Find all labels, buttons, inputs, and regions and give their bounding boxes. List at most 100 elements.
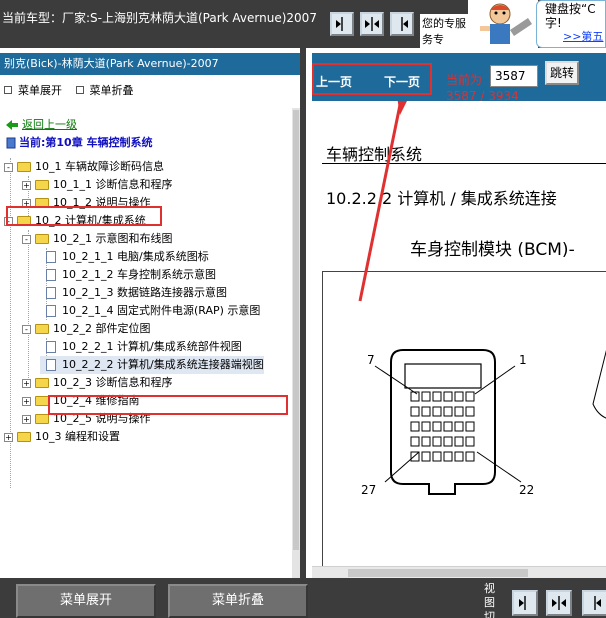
collapse-all-icon (75, 86, 84, 94)
connector-pin-cavity (432, 421, 442, 432)
tree-folder-item[interactable]: +10_3 编程和设置 (4, 428, 120, 446)
view-right-icon[interactable] (390, 12, 414, 36)
expand-all-icon (4, 86, 12, 94)
folder-icon (35, 234, 49, 244)
back-arrow-icon (6, 120, 18, 130)
bottom-view-left-icon[interactable] (512, 590, 538, 616)
document-page-icon (46, 251, 56, 263)
collapse-all-label: 菜单折叠 (89, 84, 134, 97)
tree-item-label: 10_2_3 诊断信息和程序 (53, 376, 173, 389)
document-page-icon (46, 269, 56, 281)
document-horizontal-scrollbar[interactable] (312, 566, 606, 578)
tree-folder-item[interactable]: +10_2_3 诊断信息和程序 (22, 374, 173, 392)
collapse-all-link[interactable]: 菜单折叠 (75, 82, 134, 98)
expand-node-icon[interactable]: + (22, 378, 31, 388)
tree-scroll-area[interactable]: 返回上一级 当前:第10章 车辆控制系统 - 10_1 车辆故障诊断码信息 +10_… (0, 108, 292, 578)
hint-more-link[interactable]: >>第五 (563, 30, 605, 44)
connector-pin-cavity (454, 391, 464, 402)
tree-vertical-scrollbar[interactable] (292, 108, 300, 578)
next-page-button[interactable]: 下一页 (384, 73, 420, 90)
connector-pin-cavity (421, 406, 431, 417)
collapse-node-icon[interactable]: - (22, 324, 31, 334)
document-view[interactable]: 车辆控制系统 10.2.2.2 计算机 / 集成系统连接 车身控制模块 (BCM… (312, 101, 606, 566)
connector-pin-cavity (432, 406, 442, 417)
folder-icon (35, 324, 49, 334)
expand-node-icon[interactable]: + (22, 180, 31, 190)
tree-scroll-thumb[interactable] (293, 110, 299, 550)
connector-pin-cavity (454, 436, 464, 447)
expand-all-link[interactable]: 菜单展开 (4, 82, 62, 98)
connector-pin-cavity (410, 436, 420, 447)
expand-node-icon[interactable]: + (4, 432, 13, 442)
connector-pin-cavity (410, 421, 420, 432)
connector-pin-cavity (465, 436, 475, 447)
document-figure-title: 车身控制模块 (BCM)- (410, 240, 575, 260)
tree-folder-item[interactable]: - 10_2_1 示意图和布线图 (22, 230, 173, 248)
connector-pin-cavity (443, 451, 453, 462)
current-chapter: 当前:第10章 车辆控制系统 (6, 134, 153, 150)
tree-folder-item[interactable]: - 10_2_2 部件定位图 (22, 320, 151, 338)
hint-bubble: 键盘按“C 字! >>第五 (536, 0, 606, 48)
document-page-icon (46, 341, 56, 353)
bottom-view-right-icon[interactable] (582, 590, 606, 616)
connector-pin-cavity (454, 451, 464, 462)
tree-page-item[interactable]: 10_2_1_3 数据链路连接器示意图 (40, 284, 227, 302)
collapse-node-icon[interactable]: - (4, 162, 13, 172)
tree-page-item[interactable]: 10_2_1_4 固定式附件电源(RAP) 示意图 (40, 302, 260, 320)
connector-pin-cavity (465, 406, 475, 417)
view-split-icon[interactable] (360, 12, 384, 36)
tree-item-label: 10_2_1_3 数据链路连接器示意图 (62, 286, 227, 299)
connector-pin-cavity (421, 391, 431, 402)
connector-pin-cavity (443, 436, 453, 447)
document-section-title: 10.2.2.2 计算机 / 集成系统连接 (326, 189, 557, 208)
tree-item-label: 10_1 车辆故障诊断码信息 (35, 160, 164, 173)
expand-node-icon[interactable]: + (22, 414, 31, 424)
previous-page-button[interactable]: 上一页 (316, 73, 352, 90)
tree-folder-item[interactable]: +10_1_1 诊断信息和程序 (22, 176, 173, 194)
expand-node-icon[interactable]: + (22, 396, 31, 406)
mascot-icon (468, 0, 538, 48)
connector-pin-cavity (421, 436, 431, 447)
expand-all-label: 菜单展开 (18, 84, 62, 97)
tree-page-item[interactable]: 10_2_1_2 车身控制系统示意图 (40, 266, 216, 284)
content-panel: 上一页 下一页 当前为 跳转 3587 / 3934 车辆控制系统 10.2.2… (312, 48, 606, 578)
service-bubble-text: 您的专服务专 (420, 14, 468, 48)
jump-button[interactable]: 跳转 (545, 61, 579, 85)
tree-page-item[interactable]: 10_2_2_1 计算机/集成系统部件视图 (40, 338, 242, 356)
connector-pin-cavity (421, 421, 431, 432)
pin-label-27: 27 (361, 483, 376, 497)
folder-icon (17, 432, 31, 442)
folder-icon (35, 414, 49, 424)
collapse-node-icon[interactable]: - (22, 234, 31, 244)
back-link[interactable]: 返回上一级 (6, 116, 77, 132)
bottom-view-split-icon[interactable] (546, 590, 572, 616)
bottom-expand-all-button[interactable]: 菜单展开 (16, 584, 156, 618)
view-left-icon[interactable] (330, 12, 354, 36)
page-number-input[interactable] (490, 65, 538, 87)
title-rule (322, 163, 606, 164)
pin-label-1: 1 (519, 353, 527, 367)
current-car-type: 当前车型：厂家:S-上海别克林荫大道(Park Avernue)2007 (2, 11, 317, 25)
selected-page-highlight (48, 395, 288, 415)
tree-item-label: 10_2_1_1 电脑/集成系统图标 (62, 250, 209, 263)
document-scroll-thumb[interactable] (348, 569, 528, 577)
tree-folder-item[interactable]: - 10_1 车辆故障诊断码信息 (4, 158, 164, 176)
connector-diagram: 7 1 27 22 (322, 271, 606, 566)
tree-page-item[interactable]: 10_2_2_2 计算机/集成系统连接器端视图 (40, 356, 264, 374)
page-navigation-bar: 上一页 下一页 当前为 跳转 3587 / 3934 (312, 53, 606, 103)
connector-pin-cavity (465, 451, 475, 462)
document-chapter-title: 车辆控制系统 (326, 145, 423, 164)
menu-actions: 菜单展开 菜单折叠 (4, 82, 144, 98)
connector-pin-cavity (432, 436, 442, 447)
connector-pin-cavity (410, 406, 420, 417)
connector-pin-cavity (443, 421, 453, 432)
current-chapter-label: 当前:第10章 车辆控制系统 (19, 136, 153, 149)
folder-icon (17, 162, 31, 172)
connector-pin-cavity (410, 391, 420, 402)
left-navigation-panel: 别克(Bick)-林荫大道(Park Avernue)-2007 菜单展开 菜单… (0, 48, 306, 578)
tree-item-label: 10_2_1_4 固定式附件电源(RAP) 示意图 (62, 304, 261, 317)
left-panel-title: 别克(Bick)-林荫大道(Park Avernue)-2007 (0, 53, 300, 75)
bottom-collapse-all-button[interactable]: 菜单折叠 (168, 584, 308, 618)
connector-pin-cavity (421, 451, 431, 462)
tree-page-item[interactable]: 10_2_1_1 电脑/集成系统图标 (40, 248, 209, 266)
